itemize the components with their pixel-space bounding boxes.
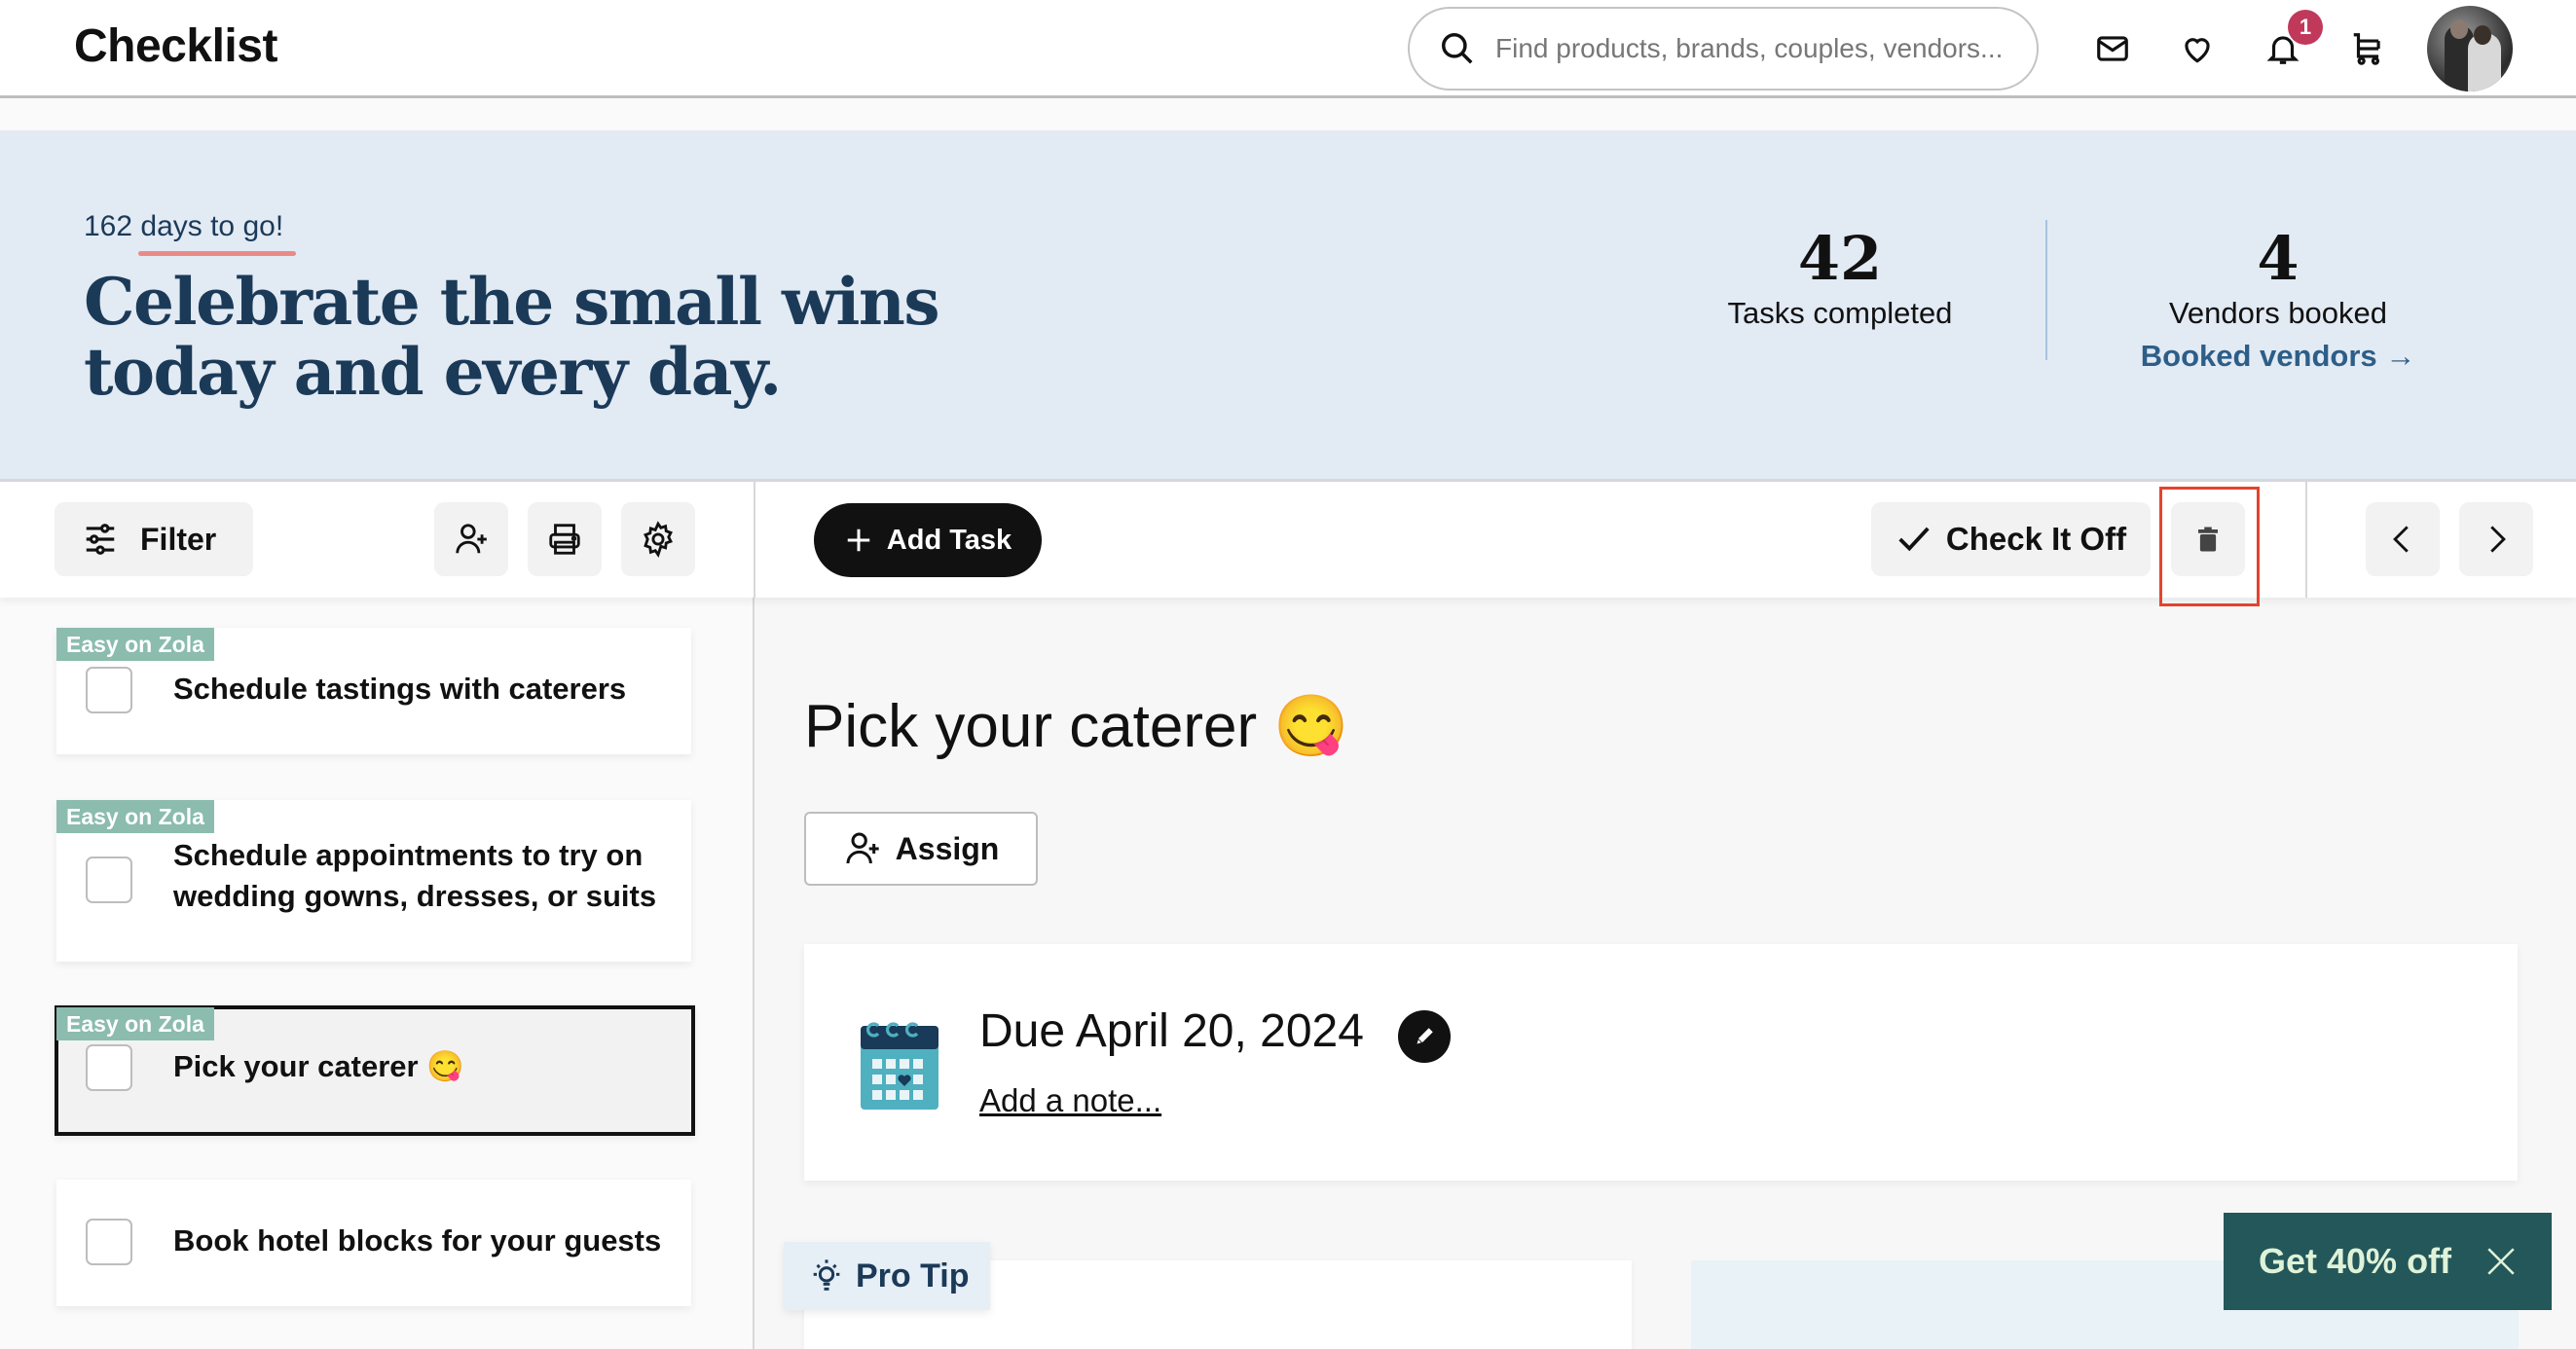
stat-value: 42 — [1797, 223, 1883, 294]
task-checkbox[interactable] — [86, 667, 132, 713]
previous-task-button[interactable] — [2366, 502, 2440, 576]
cart-icon — [2353, 33, 2380, 65]
add-note-link[interactable]: Add a note... — [979, 1082, 1161, 1119]
cart-button[interactable] — [2346, 27, 2389, 70]
chevron-right-icon — [2490, 526, 2506, 553]
stat-label: Tasks completed — [1727, 296, 1953, 330]
promo-label[interactable]: Get 40% off — [2259, 1241, 2451, 1282]
subheader-spacer — [0, 98, 2576, 130]
settings-button[interactable] — [621, 502, 695, 576]
task-title: Schedule tastings with caterers — [173, 672, 627, 706]
checkmark-icon — [1898, 527, 1930, 552]
discount-promo[interactable]: Get 40% off — [2224, 1213, 2552, 1310]
hero-headline: Celebrate the small wins today and every… — [84, 264, 940, 410]
due-date-card: Due April 20, 2024 Add a note... — [804, 944, 2518, 1181]
close-icon[interactable] — [2484, 1245, 2518, 1278]
top-header: Checklist 1 — [0, 0, 2576, 98]
sliders-icon — [86, 524, 115, 555]
printer-icon — [549, 524, 580, 555]
chevron-left-icon — [2393, 526, 2409, 553]
filter-label: Filter — [140, 521, 217, 557]
calendar-icon — [861, 1022, 938, 1110]
next-task-button[interactable] — [2459, 502, 2533, 576]
mail-icon — [2097, 36, 2128, 61]
avatar-photo-figure — [2474, 25, 2491, 45]
assign-user-icon — [846, 832, 879, 864]
stat-divider — [2045, 220, 2047, 360]
gear-icon — [644, 521, 673, 558]
task-title: Book hotel blocks for your guests — [173, 1223, 662, 1258]
assign-user-icon — [456, 524, 487, 554]
favorites-button[interactable] — [2176, 27, 2219, 70]
add-task-label: Add Task — [886, 524, 1012, 556]
search-input[interactable] — [1495, 33, 2021, 64]
search-bar[interactable] — [1408, 7, 2039, 91]
stat-label: Vendors booked — [2168, 296, 2388, 330]
task-title: Schedule appointments to try on wedding … — [173, 838, 657, 913]
panel-divider — [754, 482, 755, 598]
task-checkbox[interactable] — [86, 1044, 132, 1091]
check-it-off-button[interactable]: Check It Off — [1871, 502, 2151, 576]
notification-badge: 1 — [2288, 10, 2323, 45]
add-task-button[interactable]: Add Task — [814, 503, 1042, 577]
pencil-icon — [1416, 1028, 1433, 1045]
easy-on-zola-tag: Easy on Zola — [56, 1007, 214, 1040]
countdown-text: 162 days to go! — [84, 210, 284, 242]
pro-tip-label: Pro Tip — [784, 1242, 990, 1310]
task-item[interactable]: Easy on Zola Schedule tastings with cate… — [56, 628, 691, 754]
filter-button[interactable]: Filter — [55, 502, 253, 576]
task-title: Pick your caterer 😋 — [173, 1049, 464, 1083]
check-it-off-label: Check It Off — [1945, 521, 2127, 557]
print-button[interactable] — [528, 502, 602, 576]
stat-value: 4 — [2257, 223, 2300, 294]
assign-button[interactable]: Assign — [804, 812, 1038, 886]
user-avatar[interactable] — [2427, 6, 2513, 91]
task-item-selected[interactable]: Easy on Zola Pick your caterer 😋 — [55, 1005, 695, 1136]
delete-task-button[interactable] — [2171, 502, 2245, 576]
easy-on-zola-tag: Easy on Zola — [56, 800, 214, 833]
booked-vendors-link[interactable]: Booked vendors → — [2141, 339, 2416, 374]
trash-icon — [2198, 527, 2218, 552]
stat-vendors-booked: 4 Vendors booked Booked vendors → — [2122, 224, 2434, 374]
task-list: Easy on Zola Schedule tastings with cate… — [0, 598, 754, 1349]
checklist-toolbar: Filter Add Task Check It Off — [0, 482, 2576, 606]
task-checkbox[interactable] — [86, 1219, 132, 1265]
edit-due-date-button[interactable] — [1398, 1010, 1451, 1063]
task-item[interactable]: Easy on Zola Schedule appointments to tr… — [56, 800, 691, 962]
assign-label: Assign — [895, 830, 1000, 866]
task-item[interactable]: Book hotel blocks for your guests — [56, 1180, 691, 1306]
heart-icon — [2185, 38, 2210, 63]
task-detail-title: Pick your caterer 😋 — [804, 693, 1349, 760]
countdown-underline — [138, 251, 296, 256]
search-icon — [1442, 33, 1473, 64]
pro-tip-text: Pro Tip — [856, 1257, 970, 1294]
messages-button[interactable] — [2091, 27, 2134, 70]
hero-banner: 162 days to go! Celebrate the small wins… — [0, 130, 2576, 482]
page-title: Checklist — [74, 20, 277, 72]
stat-tasks-completed: 42 Tasks completed — [1694, 224, 1986, 331]
avatar-photo-figure — [2450, 19, 2468, 39]
task-checkbox[interactable] — [86, 857, 132, 903]
due-date-text: Due April 20, 2024 — [979, 1005, 1364, 1057]
plus-icon — [847, 529, 870, 552]
easy-on-zola-tag: Easy on Zola — [56, 628, 214, 661]
lightbulb-icon — [813, 1259, 840, 1291]
assign-collaborator-button[interactable] — [434, 502, 508, 576]
toolbar-divider — [2305, 482, 2307, 598]
